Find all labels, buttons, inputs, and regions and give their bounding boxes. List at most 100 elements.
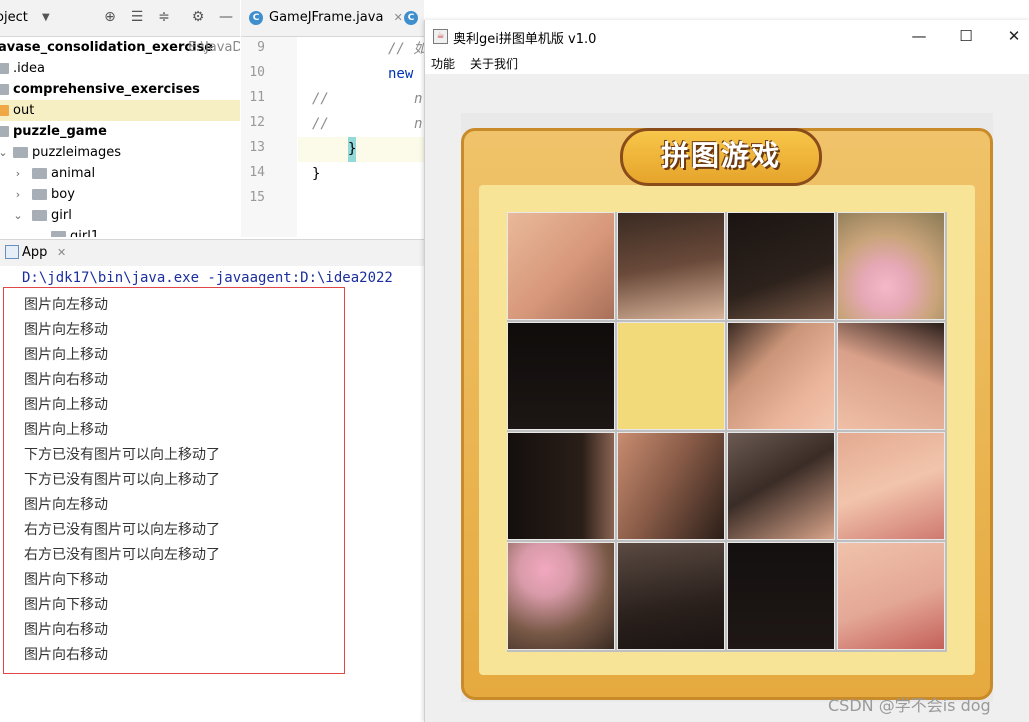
java-app-icon: ☕ — [433, 29, 448, 44]
tree-item-girl[interactable]: ⌄ girl — [0, 205, 240, 226]
code-brace: } — [312, 166, 321, 182]
editor-gutter: 9 10 11 12 13 14 15 — [241, 37, 314, 237]
code-line-10: new — [298, 62, 424, 87]
puzzle-tile[interactable] — [727, 432, 835, 540]
console-output-line: 右方已没有图片可以向左移动了 — [24, 522, 220, 538]
puzzle-tile[interactable] — [727, 322, 835, 430]
line-number: 11 — [249, 90, 265, 105]
puzzle-tile[interactable] — [837, 432, 945, 540]
maximize-button[interactable]: ☐ — [946, 24, 986, 48]
tree-item-out[interactable]: out — [0, 100, 240, 121]
puzzle-grid[interactable] — [507, 212, 947, 652]
tree-item-label: boy — [51, 187, 75, 202]
console-output-line: 图片向上移动 — [24, 422, 108, 438]
tree-item-label: puzzleimages — [32, 145, 122, 160]
close-button[interactable]: ✕ — [994, 24, 1029, 48]
tree-item-label: out — [13, 103, 35, 118]
line-number: 12 — [249, 115, 265, 130]
puzzle-tile[interactable] — [507, 322, 615, 430]
code-comment: n — [414, 116, 423, 132]
close-icon[interactable]: ✕ — [57, 246, 66, 259]
puzzle-tile[interactable] — [837, 212, 945, 320]
chevron-down-icon[interactable]: ▼ — [42, 12, 50, 23]
folder-icon — [32, 189, 47, 200]
tree-item-label: girl1 — [70, 229, 100, 237]
collapse-all-icon[interactable]: ≑ — [156, 9, 172, 25]
code-brace: } — [348, 137, 357, 162]
chevron-down-icon[interactable]: ⌄ — [0, 142, 9, 163]
code-keyword: new — [388, 66, 414, 82]
minimize-button[interactable]: — — [899, 24, 939, 48]
tree-item-label: animal — [51, 166, 96, 181]
puzzle-tile[interactable] — [837, 322, 945, 430]
console-output-line: 右方已没有图片可以向左移动了 — [24, 547, 220, 563]
line-number: 15 — [249, 190, 265, 205]
console-output-line: 图片向上移动 — [24, 397, 108, 413]
hide-icon[interactable]: — — [218, 9, 234, 25]
target-icon[interactable]: ⊕ — [102, 9, 118, 25]
folder-icon — [32, 168, 47, 179]
tree-item-animal[interactable]: › animal — [0, 163, 240, 184]
puzzle-tile[interactable] — [617, 542, 725, 650]
gear-icon[interactable]: ⚙ — [190, 9, 206, 25]
console-output-line: 图片向左移动 — [24, 297, 108, 313]
puzzle-tile[interactable] — [507, 432, 615, 540]
close-icon[interactable]: ✕ — [394, 11, 403, 24]
line-number: 14 — [249, 165, 265, 180]
menu-function[interactable]: 功能 — [431, 55, 455, 72]
tree-item-label: comprehensive_exercises — [13, 82, 200, 97]
puzzle-tile[interactable] — [727, 542, 835, 650]
console-command-line: D:\jdk17\bin\java.exe -javaagent:D:\idea… — [22, 270, 393, 286]
console-output-line: 下方已没有图片可以向上移动了 — [24, 447, 220, 463]
code-line-11: // n — [298, 87, 424, 112]
console-output-line: 下方已没有图片可以向上移动了 — [24, 472, 220, 488]
empty-tile[interactable] — [617, 322, 725, 430]
console-output-line: 图片向下移动 — [24, 597, 108, 613]
code-line-12: // n — [298, 112, 424, 137]
console-output-line: 图片向右移动 — [24, 622, 108, 638]
console-output-line: 图片向上移动 — [24, 347, 108, 363]
tree-item-idea[interactable]: .idea — [0, 58, 240, 79]
game-window-title: 奥利gei拼图单机版 v1.0 — [453, 32, 597, 47]
puzzle-tile[interactable] — [837, 542, 945, 650]
tab-second-file[interactable]: C — [404, 0, 424, 36]
console-output-line: 图片向下移动 — [24, 572, 108, 588]
run-tab-app[interactable]: App — [22, 245, 47, 260]
chevron-down-icon[interactable]: ⌄ — [31, 226, 43, 237]
tree-item-puzzleimages[interactable]: ⌄ puzzleimages — [0, 142, 240, 163]
run-tab-bar: App ✕ — [0, 239, 424, 267]
tree-item-comprehensive[interactable]: comprehensive_exercises — [0, 79, 240, 100]
tree-item-label: avase_consolidation_exercise — [0, 40, 214, 55]
menu-about[interactable]: 关于我们 — [470, 55, 518, 72]
code-comment: n — [414, 91, 423, 107]
chevron-right-icon[interactable]: › — [12, 163, 24, 184]
line-number: 13 — [249, 140, 265, 155]
code-editor[interactable]: // 如 new // n // n } } — [298, 37, 424, 237]
puzzle-tile[interactable] — [507, 212, 615, 320]
puzzle-tile[interactable] — [727, 212, 835, 320]
puzzle-tile[interactable] — [507, 542, 615, 650]
code-comment: // — [312, 91, 329, 107]
game-window-titlebar[interactable]: ☕ 奥利gei拼图单机版 v1.0 — ☐ ✕ — [425, 20, 1029, 52]
expand-all-icon[interactable]: ☰ — [129, 9, 145, 25]
code-line-13: } — [298, 137, 424, 162]
folder-icon — [13, 147, 28, 158]
project-header-label[interactable]: oject — [0, 10, 28, 25]
puzzle-tile[interactable] — [617, 432, 725, 540]
game-menu-bar: 功能 关于我们 — [425, 52, 1029, 74]
line-number: 10 — [249, 65, 265, 80]
tree-item-girl1[interactable]: ⌄ girl1 — [0, 226, 240, 237]
tree-item-path: E:\JavaDe — [188, 40, 240, 55]
folder-icon — [0, 63, 9, 74]
watermark: CSDN @学不会is dog — [828, 696, 991, 715]
tree-item-root[interactable]: avase_consolidation_exercise E:\JavaDe — [0, 37, 240, 58]
tree-item-puzzle-game[interactable]: puzzle_game — [0, 121, 240, 142]
tree-item-boy[interactable]: › boy — [0, 184, 240, 205]
chevron-down-icon[interactable]: ⌄ — [12, 205, 24, 226]
chevron-right-icon[interactable]: › — [12, 184, 24, 205]
tab-gamejframe[interactable]: C GameJFrame.java ✕ — [249, 0, 403, 36]
line-number: 9 — [257, 40, 265, 55]
code-line-9: // 如 — [298, 37, 424, 62]
puzzle-tile[interactable] — [617, 212, 725, 320]
tree-item-label: .idea — [13, 61, 45, 76]
